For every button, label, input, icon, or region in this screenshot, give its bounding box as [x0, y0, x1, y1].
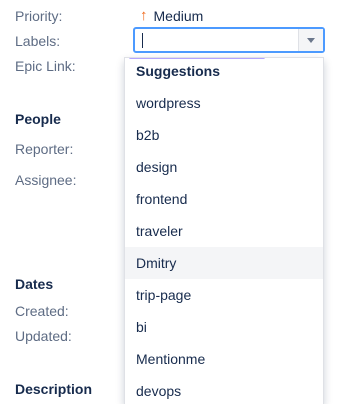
dates-heading: Dates [15, 276, 54, 292]
suggestion-item[interactable]: frontend [125, 183, 323, 215]
chevron-down-icon[interactable] [298, 29, 323, 51]
epic-link-label: Epic Link: [15, 58, 76, 74]
created-label: Created: [15, 303, 69, 319]
text-cursor [142, 33, 143, 48]
suggestion-list: wordpress b2b design frontend traveler Dmitry… [125, 87, 323, 404]
suggestion-item[interactable]: Mentionme [125, 343, 323, 375]
suggestion-item[interactable]: wordpress [125, 87, 323, 119]
priority-value[interactable]: ↑ Medium [140, 7, 203, 24]
suggestion-item[interactable]: bi [125, 311, 323, 343]
updated-label: Updated: [15, 328, 72, 344]
suggestion-item[interactable]: design [125, 151, 323, 183]
priority-label: Priority: [15, 8, 63, 24]
labels-input[interactable] [133, 27, 325, 53]
suggestions-dropdown: Suggestions wordpress b2b design frontend tr… [124, 57, 324, 404]
suggestion-item[interactable]: traveler [125, 215, 323, 247]
reporter-label: Reporter: [15, 141, 74, 157]
people-heading: People [15, 111, 61, 127]
suggestions-title: Suggestions [136, 63, 221, 79]
dropdown-focus-bar [129, 58, 265, 59]
labels-label: Labels: [15, 33, 61, 49]
suggestion-item[interactable]: Dmitry [125, 247, 323, 279]
suggestion-item[interactable]: b2b [125, 119, 323, 151]
suggestion-item[interactable]: trip-page [125, 279, 323, 311]
description-heading: Description [15, 381, 93, 397]
assignee-label: Assignee: [15, 172, 77, 188]
priority-text: Medium [153, 7, 204, 24]
arrow-up-icon: ↑ [140, 7, 148, 24]
suggestion-item[interactable]: devops [125, 375, 323, 404]
